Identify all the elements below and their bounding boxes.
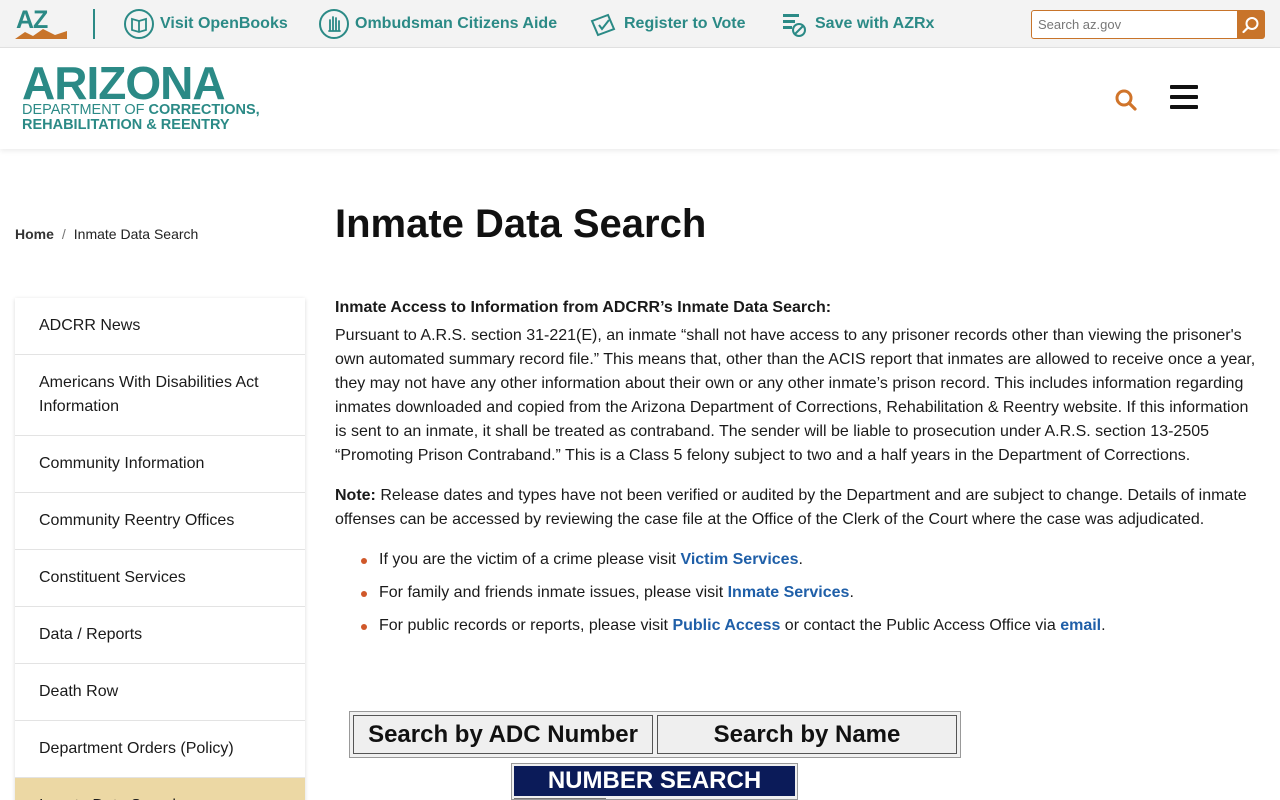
top-utility-bar: AZ Visit OpenBooks Ombudsman Citizens Ai… bbox=[0, 0, 1280, 48]
pill-icon bbox=[783, 14, 806, 37]
breadcrumb-separator: / bbox=[61, 226, 66, 242]
note-paragraph: Note: Release dates and types have not b… bbox=[335, 484, 1260, 532]
az-search-input[interactable] bbox=[1032, 11, 1236, 38]
az-search-box bbox=[1031, 10, 1265, 39]
openbooks-label: Visit OpenBooks bbox=[160, 15, 288, 32]
az-gov-logo[interactable]: AZ bbox=[15, 6, 67, 39]
hand-icon bbox=[319, 9, 349, 39]
sidebar-item-community-information[interactable]: Community Information bbox=[15, 436, 305, 493]
site-header: ARIZONA DEPARTMENT OF CORRECTIONS, REHAB… bbox=[0, 48, 1280, 149]
breadcrumb-current: Inmate Data Search bbox=[73, 226, 199, 242]
mountain-icon bbox=[15, 29, 67, 39]
list-item: If you are the victim of a crime please … bbox=[335, 548, 1260, 572]
sidebar-item-ada-information[interactable]: Americans With Disabilities Act Informat… bbox=[15, 355, 305, 436]
note-text: Release dates and types have not been ve… bbox=[335, 487, 1247, 528]
azrx-label: Save with AZRx bbox=[815, 15, 935, 32]
breadcrumb: Home / Inmate Data Search bbox=[15, 226, 198, 242]
list-item: For public records or reports, please vi… bbox=[335, 614, 1260, 638]
header-search-icon[interactable] bbox=[1114, 88, 1138, 112]
help-list: If you are the victim of a crime please … bbox=[335, 548, 1260, 638]
logo-rehab-line: REHABILITATION & REENTRY bbox=[22, 117, 230, 133]
list-item: For family and friends inmate issues, pl… bbox=[335, 581, 1260, 605]
number-search-panel: NUMBER SEARCH bbox=[511, 763, 798, 800]
openbooks-link[interactable]: Visit OpenBooks bbox=[124, 8, 288, 40]
logo-department-line: DEPARTMENT OF CORRECTIONS, bbox=[22, 102, 260, 118]
sidebar-item-inmate-data-search[interactable]: Inmate Data Search bbox=[15, 778, 305, 800]
register-vote-link[interactable]: Register to Vote bbox=[588, 8, 746, 40]
main-content: Inmate Access to Information from ADCRR’… bbox=[335, 296, 1260, 647]
note-label: Note: bbox=[335, 487, 376, 504]
adcrr-logo[interactable]: ARIZONA DEPARTMENT OF CORRECTIONS, REHAB… bbox=[22, 57, 312, 134]
sidebar-nav: ADCRR News Americans With Disabilities A… bbox=[15, 298, 305, 800]
az-search-button[interactable] bbox=[1237, 11, 1264, 38]
number-search-banner: NUMBER SEARCH bbox=[514, 766, 795, 796]
topbar-divider bbox=[93, 9, 95, 39]
hamburger-menu-icon[interactable] bbox=[1170, 85, 1198, 109]
sidebar-item-data-reports[interactable]: Data / Reports bbox=[15, 607, 305, 664]
azrx-link[interactable]: Save with AZRx bbox=[779, 8, 934, 40]
sidebar-item-department-orders[interactable]: Department Orders (Policy) bbox=[15, 721, 305, 778]
sidebar-item-death-row[interactable]: Death Row bbox=[15, 664, 305, 721]
sidebar-item-adcrr-news[interactable]: ADCRR News bbox=[15, 298, 305, 355]
ombudsman-link[interactable]: Ombudsman Citizens Aide bbox=[319, 8, 557, 40]
search-icon bbox=[1241, 16, 1258, 33]
book-icon bbox=[124, 9, 154, 39]
register-vote-label: Register to Vote bbox=[624, 15, 746, 32]
ballot-icon bbox=[590, 13, 616, 37]
page-title: Inmate Data Search bbox=[335, 202, 707, 246]
ombudsman-label: Ombudsman Citizens Aide bbox=[355, 15, 558, 32]
search-mode-frame: Search by ADC Number Search by Name bbox=[349, 711, 961, 758]
inmate-services-link[interactable]: Inmate Services bbox=[728, 584, 850, 601]
lead-heading: Inmate Access to Information from ADCRR’… bbox=[335, 299, 832, 316]
breadcrumb-home[interactable]: Home bbox=[15, 226, 54, 242]
sidebar-item-constituent-services[interactable]: Constituent Services bbox=[15, 550, 305, 607]
victim-services-link[interactable]: Victim Services bbox=[680, 551, 798, 568]
contraband-paragraph: Pursuant to A.R.S. section 31-221(E), an… bbox=[335, 327, 1256, 464]
search-by-name-button[interactable]: Search by Name bbox=[657, 715, 957, 754]
email-link[interactable]: email bbox=[1060, 617, 1101, 634]
public-access-link[interactable]: Public Access bbox=[672, 617, 780, 634]
sidebar-item-community-reentry-offices[interactable]: Community Reentry Offices bbox=[15, 493, 305, 550]
search-by-adc-number-button[interactable]: Search by ADC Number bbox=[353, 715, 653, 754]
